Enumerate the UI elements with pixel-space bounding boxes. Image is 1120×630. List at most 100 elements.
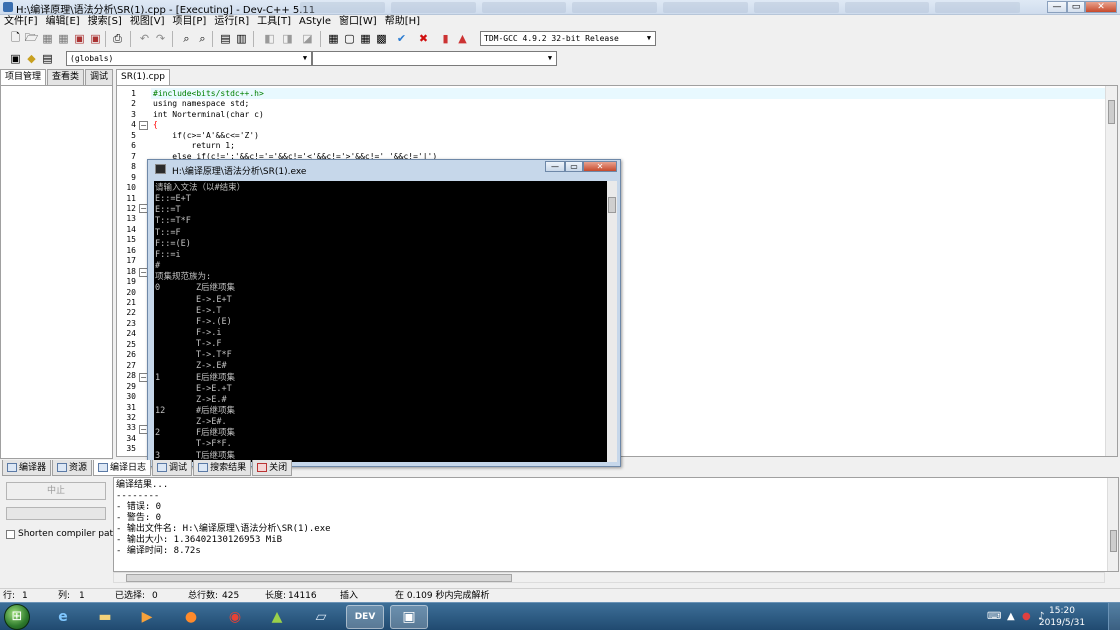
explorer-icon[interactable]: ▬ [86, 605, 124, 629]
console-maximize-button[interactable]: ▭ [565, 161, 583, 172]
log-line: -------- [116, 491, 160, 501]
profile-icon[interactable]: ▲ [455, 31, 470, 46]
tab-close[interactable]: 关闭 [252, 460, 293, 476]
console-line: # [155, 261, 161, 272]
run-icon[interactable]: ▢ [342, 31, 357, 46]
bookmark-icon[interactable]: ▥ [234, 31, 249, 46]
menu-project[interactable]: 项目[P] [169, 15, 211, 29]
redo-icon[interactable]: ↷ [153, 31, 168, 46]
tab-classes[interactable]: 查看类 [47, 69, 85, 85]
compile-log-tab-icon [98, 463, 109, 472]
symbol-select[interactable]: ▼ [312, 51, 557, 66]
tab-debug-output[interactable]: 调试 [152, 460, 193, 476]
save-all-icon[interactable]: ▦ [56, 31, 71, 46]
line-number-gutter: 1 2 3 4 5 6 7 8 9 10 11 12 13 14 15 16 17 18 19 20 21 22 23 24 2… [117, 86, 138, 456]
compiler-select[interactable]: TDM-GCC 4.9.2 32-bit Release ▼ [480, 31, 656, 46]
status-sel-label: 已选择: [115, 591, 146, 601]
shorten-paths-checkbox[interactable]: Shorten compiler paths [6, 529, 123, 539]
check-syntax-icon[interactable]: ✔ [394, 31, 409, 46]
close-file-icon[interactable]: ▣ [72, 31, 87, 46]
media-player-icon[interactable]: ▶ [128, 605, 166, 629]
compile-icon[interactable]: ▦ [326, 31, 341, 46]
find-icon[interactable]: ⌕ [179, 31, 194, 46]
console-minimize-button[interactable]: — [545, 161, 565, 172]
toggle-comment-icon[interactable]: ◪ [300, 31, 315, 46]
line-number: 23 [126, 318, 136, 328]
android-studio-icon[interactable]: ▲ [258, 605, 296, 629]
compile-run-icon[interactable]: ▦ [358, 31, 373, 46]
notepad-icon[interactable]: ▱ [302, 605, 340, 629]
open-file-icon[interactable]: 🗁 [24, 31, 39, 46]
abort-compile-button[interactable]: 中止 [6, 482, 106, 500]
goto-line-icon[interactable]: ▤ [218, 31, 233, 46]
firefox-icon[interactable]: ● [172, 605, 210, 629]
maximize-button[interactable]: ▭ [1067, 1, 1085, 13]
file-tab[interactable]: SR(1).cpp [116, 69, 170, 85]
status-row: 1 [22, 591, 28, 601]
editor-scrollbar[interactable] [1105, 86, 1117, 456]
menu-window[interactable]: 窗口[W] [335, 15, 381, 29]
menu-view[interactable]: 视图[V] [126, 15, 169, 29]
console-line: F->.(E) [155, 316, 232, 327]
console-line: E->.E+T [155, 294, 232, 305]
code-line: #include<bits/stdc++.h> [153, 89, 264, 98]
replace-icon[interactable]: ⌕ [195, 31, 210, 46]
tab-search-results[interactable]: 搜索结果 [193, 460, 252, 476]
menu-astyle[interactable]: AStyle [295, 15, 335, 29]
tab-compiler[interactable]: 编译器 [2, 460, 52, 476]
chevron-down-icon: ▼ [646, 34, 652, 42]
minimize-button[interactable]: — [1047, 1, 1067, 13]
save-icon[interactable]: ▦ [40, 31, 55, 46]
console-close-button[interactable]: ✕ [583, 161, 617, 172]
console-line: Z->E.# [155, 394, 227, 405]
keyboard-icon[interactable]: ⌨ [987, 611, 1001, 622]
class-browser-icon[interactable]: ▤ [40, 51, 55, 66]
devcpp-taskbar-icon[interactable]: DEV [346, 605, 384, 629]
show-desktop-button[interactable] [1108, 603, 1120, 630]
tab-debug[interactable]: 调试 [85, 69, 114, 85]
scrollbar-thumb[interactable] [1110, 530, 1117, 552]
menu-edit[interactable]: 编辑[E] [42, 15, 84, 29]
log-scrollbar[interactable] [1107, 478, 1118, 571]
chevron-down-icon: ▼ [547, 54, 553, 62]
rebuild-icon[interactable]: ▩ [374, 31, 389, 46]
close-tab-icon [257, 463, 268, 472]
scrollbar-thumb[interactable] [608, 197, 616, 213]
menu-search[interactable]: 搜索[S] [84, 15, 126, 29]
log-hscrollbar[interactable] [113, 572, 1105, 583]
start-button[interactable]: ⊞ [4, 604, 30, 630]
tab-resources[interactable]: 资源 [52, 460, 93, 476]
scrollbar-thumb[interactable] [126, 574, 512, 582]
menu-file[interactable]: 文件[F] [0, 15, 42, 29]
scrollbar-thumb[interactable] [1108, 100, 1115, 124]
new-file-icon[interactable]: 🗋 [8, 31, 23, 46]
close-all-icon[interactable]: ▣ [88, 31, 103, 46]
stop-execution-icon[interactable]: ✖ [416, 31, 431, 46]
ie-icon[interactable]: e [44, 605, 82, 629]
console-taskbar-icon[interactable]: ▣ [390, 605, 428, 629]
taskbar-clock[interactable]: 15:20 2019/5/31 [1032, 605, 1092, 629]
indent-left-icon[interactable]: ◧ [262, 31, 277, 46]
tab-compile-log[interactable]: 编译日志 [93, 460, 152, 476]
compile-progress-bar [6, 507, 106, 520]
fold-toggle[interactable]: − [139, 121, 148, 130]
tray-expand-icon[interactable]: ▲ [1007, 611, 1015, 622]
menu-tools[interactable]: 工具[T] [253, 15, 295, 29]
network-icon[interactable]: ● [1022, 611, 1031, 622]
goto-icon[interactable]: ◆ [24, 51, 39, 66]
menu-help[interactable]: 帮助[H] [381, 15, 424, 29]
tab-project[interactable]: 项目管理 [0, 69, 47, 85]
indent-right-icon[interactable]: ◨ [280, 31, 295, 46]
chart-icon[interactable]: ▮ [438, 31, 453, 46]
console-scrollbar[interactable] [607, 181, 617, 462]
console-window[interactable]: H:\编译原理\语法分析\SR(1).exe — ▭ ✕ 请输入文法（以#结束）… [147, 159, 621, 467]
print-icon[interactable]: ⎙ [110, 31, 125, 46]
insert-icon[interactable]: ▣ [8, 51, 23, 66]
scope-select[interactable]: (globals) ▼ [66, 51, 312, 66]
console-output: 请输入文法（以#结束） E::=E+T E::=T T::=T*F T::=F F::=(… [154, 181, 607, 462]
menu-run[interactable]: 运行[R] [210, 15, 253, 29]
close-button[interactable]: ✕ [1085, 1, 1117, 13]
checkbox-box[interactable] [6, 529, 15, 539]
undo-icon[interactable]: ↶ [137, 31, 152, 46]
chrome-icon[interactable]: ◉ [216, 605, 254, 629]
